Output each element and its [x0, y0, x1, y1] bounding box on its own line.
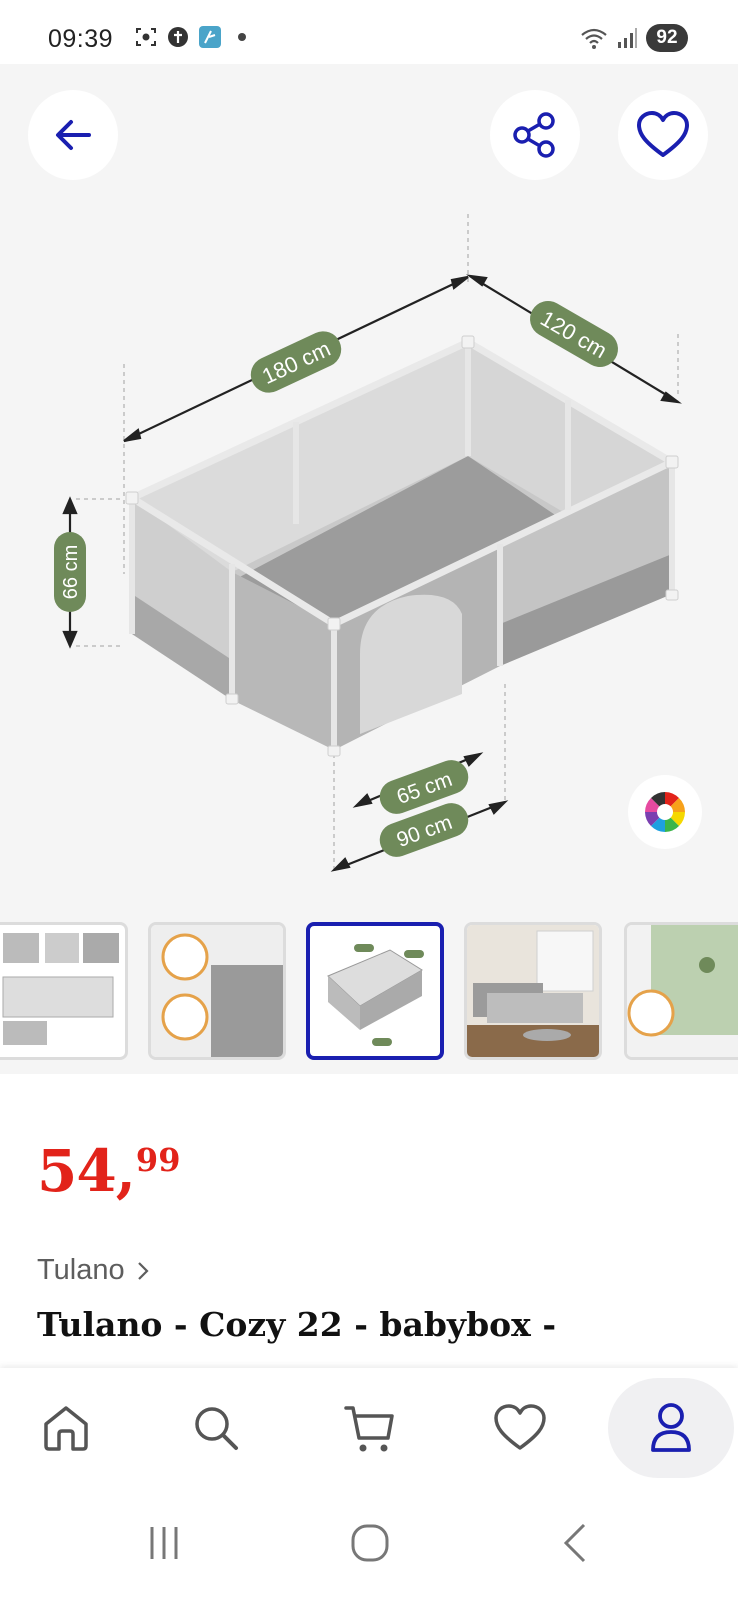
favorite-button[interactable]: [618, 90, 708, 180]
nav-favorites[interactable]: [470, 1378, 570, 1478]
nav-cart[interactable]: [320, 1378, 420, 1478]
dimension-label-height: 66 cm: [54, 532, 86, 612]
color-options-button[interactable]: [628, 775, 702, 849]
battery-indicator: 92: [646, 24, 688, 52]
thumbnail-strip: [0, 922, 738, 1062]
heart-icon: [637, 111, 689, 157]
heart-icon: [494, 1404, 546, 1450]
search-icon: [195, 1407, 238, 1450]
back-button[interactable]: [28, 90, 118, 180]
dimension-label-width: 120 cm: [530, 301, 618, 367]
nav-account[interactable]: [608, 1378, 734, 1478]
thumbnail-1[interactable]: [0, 922, 128, 1060]
status-time: 09:39: [48, 25, 114, 53]
brand-link[interactable]: Tulano: [37, 1254, 151, 1287]
back-system-button[interactable]: [536, 1508, 616, 1578]
color-wheel-icon: [645, 792, 685, 832]
share-button[interactable]: [490, 90, 580, 180]
price-decimals: 99: [135, 1141, 181, 1179]
status-left-icons: [134, 25, 254, 49]
chevron-right-icon: [137, 1261, 149, 1280]
dimension-label-length: 180 cm: [250, 331, 342, 393]
vpn-icon: [168, 27, 188, 47]
arrow-left-icon: [56, 120, 91, 150]
thumbnail-3[interactable]: [306, 922, 444, 1060]
brand-name: Tulano: [37, 1254, 125, 1286]
system-navigation-bar: [0, 1488, 738, 1600]
nav-search[interactable]: [166, 1378, 266, 1478]
app-root: 09:39 92 180 cm 120 cm 66 cm 65 cm 90 cm…: [0, 0, 738, 1600]
status-right-icons: 92: [580, 24, 688, 52]
thumbnail-2[interactable]: [148, 922, 286, 1060]
thumbnail-4[interactable]: [464, 922, 602, 1060]
dimension-height-text: 66 cm: [60, 545, 82, 599]
status-bar: 09:39 92: [0, 0, 738, 64]
product-image-gallery[interactable]: 180 cm 120 cm 66 cm 65 cm 90 cm: [0, 64, 738, 1074]
back-chevron-icon: [563, 1523, 586, 1563]
recent-apps-icon: [150, 1527, 178, 1559]
price-integer: 54: [37, 1137, 117, 1205]
nav-home[interactable]: [16, 1378, 116, 1478]
price-separator: ,: [115, 1137, 136, 1205]
signal-icon: [618, 28, 637, 48]
share-icon: [513, 112, 555, 158]
product-title: Tulano - Cozy 22 - babybox -: [37, 1305, 557, 1344]
home-circle-icon: [351, 1524, 389, 1562]
cart-icon: [344, 1406, 394, 1452]
recent-apps-button[interactable]: [124, 1508, 204, 1578]
app-notification-icon: [199, 26, 221, 48]
thumbnail-5[interactable]: [624, 922, 738, 1060]
bottom-navigation: [0, 1368, 738, 1488]
price: 54,99: [37, 1142, 180, 1200]
more-notifications-dot: [238, 33, 246, 41]
screenshot-icon: [136, 28, 156, 46]
product-image: 180 cm 120 cm 66 cm 65 cm 90 cm: [54, 214, 682, 874]
home-icon: [44, 1406, 88, 1451]
user-icon: [651, 1403, 691, 1452]
wifi-icon: [581, 28, 607, 49]
home-system-button[interactable]: [330, 1508, 410, 1578]
product-info: 54,99 Tulano Tulano - Cozy 22 - babybox …: [0, 1098, 738, 1368]
